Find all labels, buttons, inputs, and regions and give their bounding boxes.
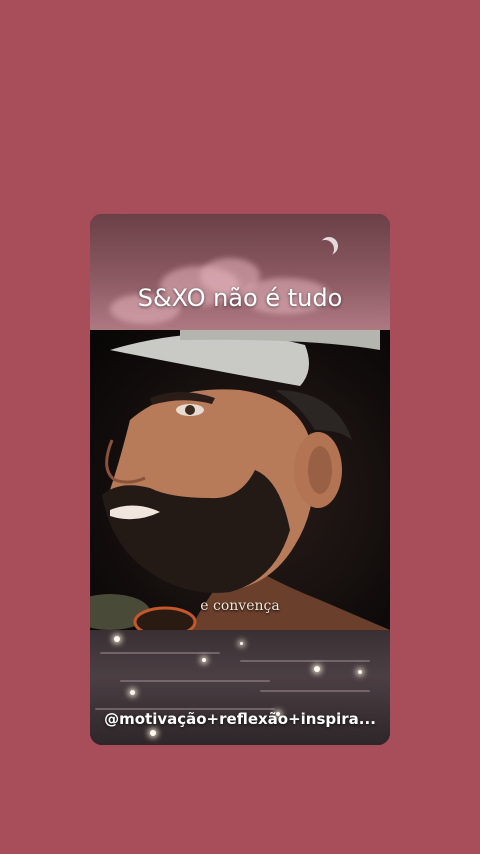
subtitle-caption: e convença xyxy=(200,598,280,614)
ripple xyxy=(100,652,220,654)
sparkle xyxy=(358,670,362,674)
ear-inner xyxy=(308,446,332,494)
cap xyxy=(110,333,309,386)
ripple xyxy=(260,690,370,692)
portrait-image: e convença xyxy=(90,330,390,630)
portrait-illustration xyxy=(90,330,390,630)
ripple xyxy=(120,680,270,682)
video-card[interactable]: S&XO não é tudo e convença @motivação+re… xyxy=(90,214,390,745)
sparkle xyxy=(130,690,135,695)
sparkle xyxy=(150,730,156,736)
sparkle xyxy=(240,642,243,645)
pupil xyxy=(185,405,195,415)
ripple xyxy=(240,660,370,662)
sparkle xyxy=(314,666,320,672)
sparkle xyxy=(202,658,206,662)
sky-background xyxy=(90,214,390,332)
crescent-moon-icon xyxy=(316,240,334,258)
video-title: S&XO não é tudo xyxy=(137,284,343,312)
sparkle xyxy=(114,636,120,642)
account-handle[interactable]: @motivação+reflexão+inspira... xyxy=(90,710,390,728)
